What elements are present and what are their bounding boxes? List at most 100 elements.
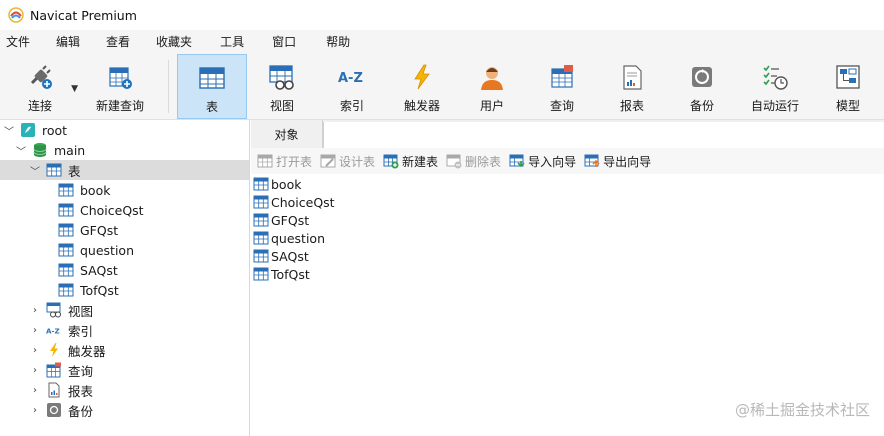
export-wizard-button[interactable]: 导出向导: [584, 153, 651, 170]
table-icon: [58, 262, 74, 278]
new-table-label: 新建表: [402, 154, 439, 169]
view-button[interactable]: 视图: [247, 54, 317, 119]
object-list-item[interactable]: SAQst: [251, 247, 884, 265]
table-icon: [253, 194, 269, 210]
query-icon: [547, 62, 577, 92]
index-button[interactable]: A-Z 索引: [317, 54, 387, 119]
table-icon: [58, 202, 74, 218]
object-list-item[interactable]: TofQst: [251, 265, 884, 283]
model-button[interactable]: 模型: [813, 54, 883, 119]
chevron-down-icon[interactable]: ﹀: [2, 123, 16, 138]
tree-node-tables[interactable]: ﹀ 表: [0, 160, 249, 180]
new-table-button[interactable]: 新建表: [383, 153, 438, 170]
design-table-button[interactable]: 设计表: [320, 153, 375, 170]
chevron-down-icon[interactable]: ﹀: [14, 143, 28, 158]
tree-label-root: root: [42, 122, 68, 138]
tree-table-item[interactable]: ChoiceQst: [0, 200, 249, 220]
chevron-right-icon[interactable]: ›: [28, 383, 42, 397]
chevron-right-icon[interactable]: ›: [28, 323, 42, 337]
report-button[interactable]: 报表: [597, 54, 667, 119]
chevron-down-icon[interactable]: ▼: [71, 84, 78, 94]
tree-label-triggers: 触发器: [68, 343, 106, 359]
menu-file[interactable]: 文件: [0, 30, 42, 54]
tab-objects[interactable]: 对象: [251, 120, 323, 148]
delete-table-button[interactable]: 删除表: [446, 153, 501, 170]
menu-bar: 文件 编辑 查看 收藏夹 工具 窗口 帮助: [0, 30, 884, 54]
tree-label-main: main: [54, 142, 86, 158]
import-icon: [509, 153, 525, 169]
tree-connection-root[interactable]: ﹀ root: [0, 120, 249, 140]
chevron-right-icon[interactable]: ›: [28, 403, 42, 417]
user-button[interactable]: 用户: [457, 54, 527, 119]
report-label: 报表: [619, 99, 644, 113]
chevron-down-icon[interactable]: ﹀: [28, 163, 42, 178]
tree-table-item[interactable]: question: [0, 240, 249, 260]
report-icon: [46, 382, 62, 398]
tree-table-item[interactable]: GFQst: [0, 220, 249, 240]
table-button[interactable]: 表: [177, 54, 247, 119]
connect-button[interactable]: 连接 ▼: [0, 54, 80, 119]
export-wizard-label: 导出向导: [603, 154, 652, 169]
menu-view[interactable]: 查看: [92, 30, 142, 54]
window-title: Navicat Premium: [30, 7, 137, 23]
svg-text:A-Z: A-Z: [46, 327, 60, 336]
tree-table-item[interactable]: TofQst: [0, 280, 249, 300]
trigger-label: 触发器: [403, 99, 440, 113]
tree-table-label: GFQst: [80, 222, 119, 238]
tree-node-reports[interactable]: › 报表: [0, 380, 249, 400]
object-list-item[interactable]: GFQst: [251, 211, 884, 229]
query-button[interactable]: 查询: [527, 54, 597, 119]
chevron-right-icon[interactable]: ›: [28, 343, 42, 357]
toolbar-divider: [168, 60, 169, 113]
object-list-item[interactable]: book: [251, 175, 884, 193]
object-list-item[interactable]: ChoiceQst: [251, 193, 884, 211]
tree-table-item[interactable]: SAQst: [0, 260, 249, 280]
tree-node-views[interactable]: › 视图: [0, 300, 249, 320]
delete-table-icon: [446, 153, 462, 169]
index-label: 索引: [339, 99, 364, 113]
chevron-right-icon[interactable]: ›: [28, 303, 42, 317]
new-query-button[interactable]: 新建查询: [80, 54, 160, 119]
tree-table-item[interactable]: book: [0, 180, 249, 200]
backup-icon: [46, 402, 62, 418]
menu-edit[interactable]: 编辑: [42, 30, 92, 54]
design-table-icon: [320, 153, 336, 169]
tab-area: [323, 122, 884, 148]
tree-node-indexes[interactable]: › A-Z 索引: [0, 320, 249, 340]
menu-tools[interactable]: 工具: [204, 30, 256, 54]
model-label: 模型: [835, 99, 860, 113]
chevron-right-icon[interactable]: ›: [28, 363, 42, 377]
schedule-label: 自动运行: [750, 99, 799, 113]
tree-node-backups[interactable]: › 备份: [0, 400, 249, 420]
tree-label-reports: 报表: [68, 383, 94, 399]
index-icon: A-Z: [46, 322, 62, 338]
watermark: @稀土掘金技术社区: [734, 401, 870, 419]
tree-label-indexes: 索引: [68, 323, 94, 339]
trigger-button[interactable]: 触发器: [387, 54, 457, 119]
import-wizard-button[interactable]: 导入向导: [509, 153, 576, 170]
tree-node-queries[interactable]: › 查询: [0, 360, 249, 380]
object-list-item[interactable]: question: [251, 229, 884, 247]
tree-table-label: book: [80, 182, 111, 198]
menu-window[interactable]: 窗口: [256, 30, 308, 54]
tree-table-label: TofQst: [80, 282, 119, 298]
connect-label: 连接: [27, 99, 52, 113]
object-list: book ChoiceQst GFQst question SAQst TofQ…: [251, 174, 884, 283]
menu-help[interactable]: 帮助: [308, 30, 362, 54]
new-query-label: 新建查询: [95, 99, 144, 113]
svg-text:A-Z: A-Z: [338, 71, 363, 86]
trigger-icon: [46, 342, 62, 358]
tree-database-main[interactable]: ﹀ main: [0, 140, 249, 160]
query-label: 查询: [549, 99, 574, 113]
open-table-button[interactable]: 打开表: [257, 153, 312, 170]
tree-label-tables: 表: [68, 163, 81, 179]
object-name: book: [271, 176, 302, 192]
tree-node-triggers[interactable]: › 触发器: [0, 340, 249, 360]
backup-button[interactable]: 备份: [667, 54, 737, 119]
query-icon: [46, 362, 62, 378]
schedule-button[interactable]: 自动运行: [737, 54, 813, 119]
user-label: 用户: [479, 99, 504, 113]
tree-label-backups: 备份: [68, 403, 94, 419]
menu-favorites[interactable]: 收藏夹: [142, 30, 204, 54]
navigation-tree: ﹀ root ﹀ main ﹀ 表 book ChoiceQst GFQst q…: [0, 120, 250, 436]
